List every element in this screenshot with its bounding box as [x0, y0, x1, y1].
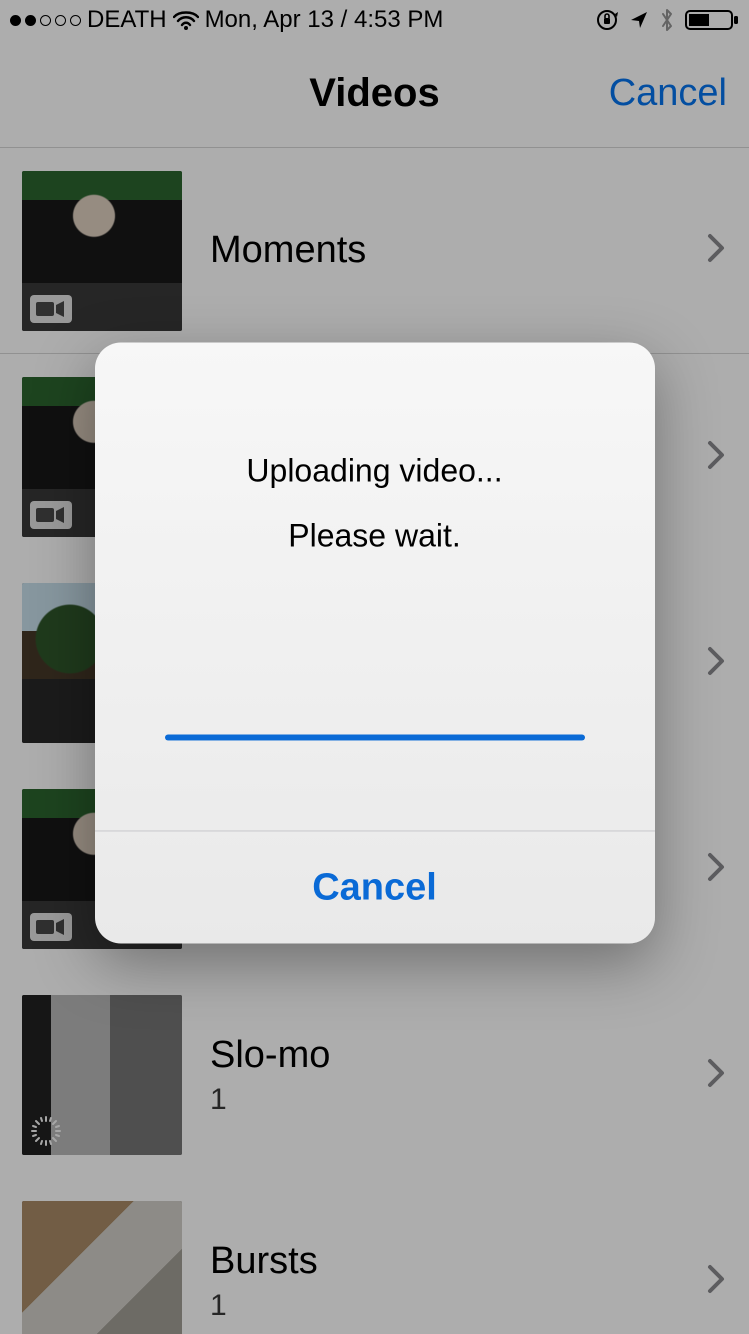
- dialog-title: Uploading video...: [135, 452, 615, 489]
- dialog-cancel-button[interactable]: Cancel: [95, 831, 655, 943]
- upload-dialog: Uploading video... Please wait. Cancel: [95, 342, 655, 943]
- dialog-message: Please wait.: [135, 517, 615, 554]
- upload-progress-bar: [165, 734, 585, 740]
- upload-progress-fill: [165, 734, 585, 740]
